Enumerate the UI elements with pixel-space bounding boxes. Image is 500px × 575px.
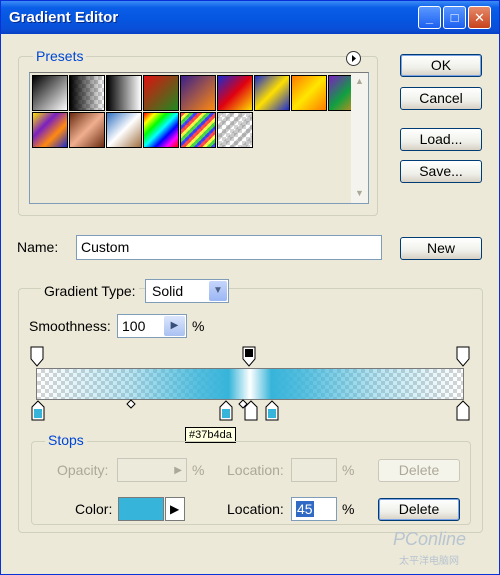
preset-swatch-spectrum[interactable] [143,112,179,148]
preset-swatch-chrome[interactable] [106,112,142,148]
chevron-down-icon: ▼ [209,281,227,301]
preset-swatch-fill [181,76,215,110]
minimize-button[interactable]: _ [418,6,441,29]
presets-list[interactable]: ▲ ▼ [29,72,369,204]
circle-arrow-right-icon [352,55,356,62]
color-location-label: Location: [227,501,284,517]
opacity-stop-midpoint[interactable] [242,346,256,368]
presets-legend: Presets [33,48,87,64]
gradient-type-label: Gradient Type: [41,283,139,299]
presets-scrollbar[interactable]: ▲ ▼ [351,73,368,203]
opacity-percent: % [192,462,205,478]
preset-swatch-fill [70,76,104,110]
color-label: Color: [75,501,113,517]
close-icon: ✕ [474,10,485,25]
triangle-right-icon: ▶ [170,502,180,516]
save-button[interactable]: Save... [400,160,482,183]
smoothness-value: 100 [122,318,146,334]
opacity-arrow-icon: ▶ [174,465,182,476]
opacity-stop-left[interactable] [30,346,44,368]
color-swatch[interactable] [118,497,164,521]
name-label: Name: [17,239,59,255]
color-stop-white[interactable] [244,400,258,422]
opacity-location-input [291,458,337,482]
preset-swatch-fill [144,76,178,110]
presets-menu-button[interactable] [346,51,361,66]
gradient-type-select[interactable]: Solid ▼ [145,279,229,303]
name-input[interactable]: Custom [76,235,382,260]
color-delete-button[interactable]: Delete [378,498,460,521]
preset-swatch-fill [255,76,289,110]
preset-swatch-fill [181,113,215,147]
smoothness-label: Smoothness: [29,318,111,334]
watermark-brand: PConline [393,529,467,549]
smoothness-percent: % [192,318,205,334]
ok-button[interactable]: OK [400,54,482,77]
close-button[interactable]: ✕ [468,6,491,29]
preset-swatch-violet-orange[interactable] [180,75,216,111]
preset-swatch-fill [33,113,67,147]
preset-swatch-fill [218,76,252,110]
preset-swatch-red-green[interactable] [143,75,179,111]
watermark-sub: 太平洋电脑网 [399,556,459,567]
opacity-delete-button: Delete [378,459,460,482]
scroll-down-icon[interactable]: ▼ [352,186,367,201]
opacity-location-label: Location: [227,462,284,478]
preset-swatch-fill [218,113,252,147]
title-bar[interactable]: Gradient Editor _ □ ✕ [1,1,499,34]
preset-swatch-transparent-rainbow[interactable] [180,112,216,148]
preset-swatch-black-white[interactable] [32,75,68,111]
color-stop-left[interactable] [31,400,45,422]
preset-swatch-fill [292,76,326,110]
preset-swatch-black-white-2[interactable] [106,75,142,111]
window-title: Gradient Editor [9,9,119,26]
smoothness-dropdown-button[interactable]: ▶ [164,316,185,336]
preset-swatch-yellow-violet-orange-blue[interactable] [32,112,68,148]
new-button[interactable]: New [400,237,482,260]
maximize-button[interactable]: □ [443,6,466,29]
minimize-icon: _ [425,10,434,25]
color-location-input[interactable]: 45 [291,497,337,521]
color-stop-active[interactable] [219,400,233,422]
load-button[interactable]: Load... [400,128,482,151]
color-location-percent: % [342,501,355,517]
scroll-up-icon[interactable]: ▲ [352,74,367,89]
stops-legend: Stops [45,432,87,448]
preset-swatch-copper[interactable] [69,112,105,148]
color-stop-right[interactable] [456,400,470,422]
gradient-type-value: Solid [152,283,184,299]
color-stop-right-mid[interactable] [265,400,279,422]
opacity-stop-right[interactable] [456,346,470,368]
chevron-right-icon: ▶ [170,320,179,331]
preset-swatch-fill [107,113,141,147]
preset-swatch-foreground-transparent[interactable] [69,75,105,111]
color-location-value: 45 [296,501,314,517]
preset-swatch-fill [70,113,104,147]
preset-swatch-fill [33,76,67,110]
opacity-location-percent: % [342,462,355,478]
preset-swatch-fill [107,76,141,110]
preset-swatch-fill [144,113,178,147]
midpoint-diamond[interactable] [126,399,136,409]
color-menu-button[interactable]: ▶ [165,497,185,521]
opacity-label: Opacity: [57,462,109,478]
preset-swatch-blue-red-yellow[interactable] [217,75,253,111]
maximize-icon: □ [450,10,459,25]
gradient-editor-window: Gradient Editor _ □ ✕ Presets ▲ ▼ OK Can… [0,0,500,575]
preset-swatch-transparent-stripes[interactable] [217,112,253,148]
gradient-preview-bar[interactable] [36,368,464,400]
opacity-input: ▶ [117,458,187,482]
preset-swatch-orange-yellow-orange[interactable] [291,75,327,111]
preset-swatch-blue-yellow-blue[interactable] [254,75,290,111]
cancel-button[interactable]: Cancel [400,87,482,110]
gradient-fill [37,369,463,399]
